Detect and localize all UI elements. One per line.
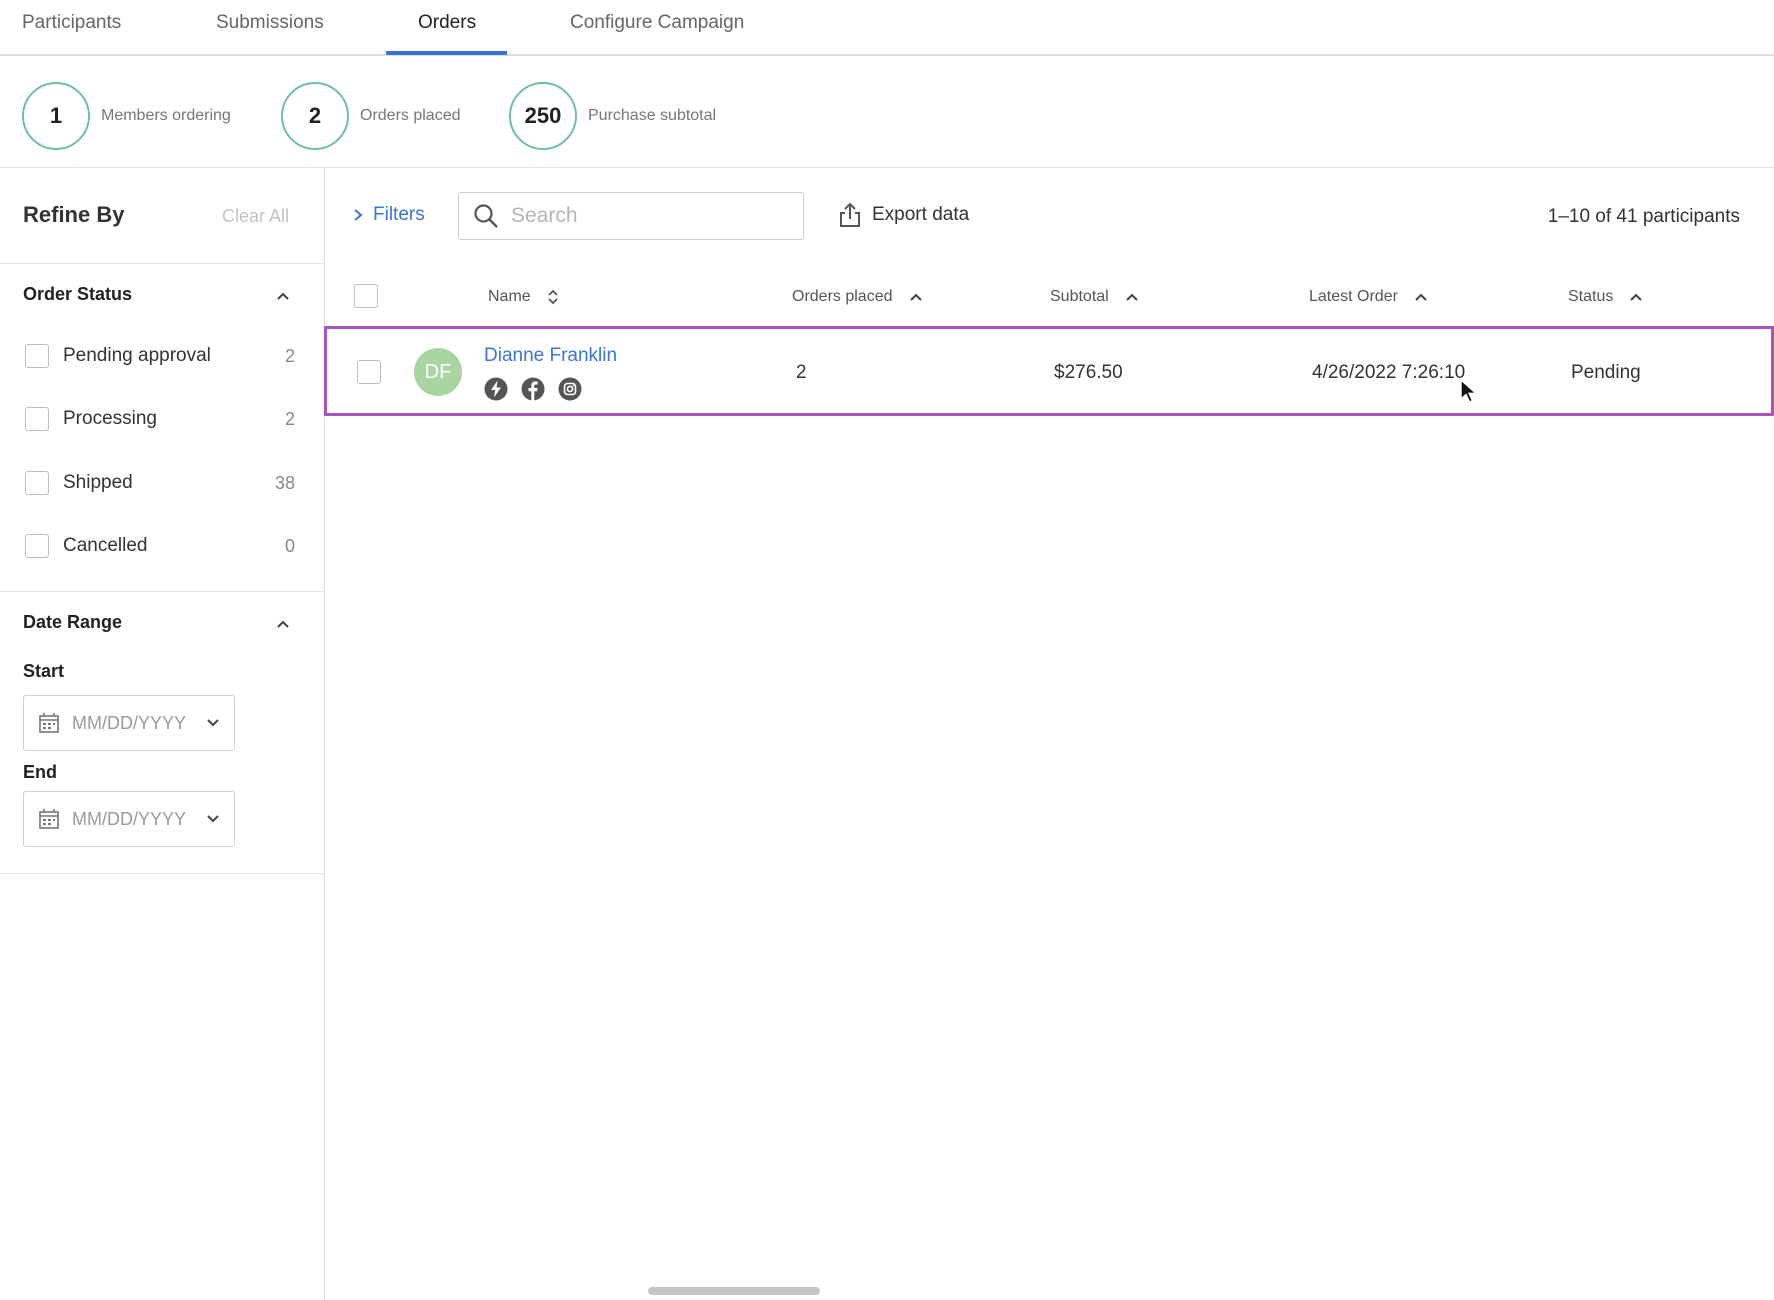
date-placeholder: MM/DD/YYYY [72,712,187,733]
order-status-title: Order Status [23,284,133,304]
stat-orders-placed: 2 Orders placed [281,82,461,150]
stat-purchase-subtotal: 250 Purchase subtotal [509,82,716,150]
status-cell: Pending [1571,362,1641,383]
status-label: Processing [63,408,157,429]
status-filter-pending-approval[interactable]: Pending approval 2 [25,341,295,371]
sort-ascending-icon [1126,293,1138,301]
chevron-down-icon [207,815,219,823]
search-icon [474,204,498,228]
status-count: 38 [274,472,295,493]
stat-label: Purchase subtotal [588,107,717,124]
latest-order-cell: 4/26/2022 7:26:10 [1312,362,1466,383]
horizontal-scrollbar[interactable] [648,1287,820,1295]
clear-all-button[interactable]: Clear All [222,206,289,227]
avatar: DF [414,348,462,396]
mouse-cursor-icon [1460,378,1478,403]
sort-ascending-icon [1630,293,1643,301]
status-count: 2 [284,408,295,429]
stats-row: 1 Members ordering 2 Orders placed 250 P… [0,58,1774,168]
status-label: Shipped [63,472,133,493]
chevron-up-icon[interactable] [276,617,290,631]
column-header-status[interactable]: Status [1568,288,1643,306]
column-header-name[interactable]: Name [488,288,559,306]
sort-ascending-icon [909,293,922,301]
chevron-down-icon [207,719,219,727]
status-count: 2 [284,345,295,366]
date-placeholder: MM/DD/YYYY [72,808,187,829]
start-date-input[interactable]: MM/DD/YYYY [23,695,235,751]
subtotal-cell: $276.50 [1054,362,1123,383]
refine-title: Refine By [23,202,125,227]
filters-label: Filters [373,204,425,225]
column-header-latest-order[interactable]: Latest Order [1309,288,1428,306]
export-label: Export data [872,204,970,225]
checkbox[interactable] [25,534,49,558]
column-header-label: Name [488,288,531,305]
table-header: Name Orders placed Subtotal Latest Order… [326,268,1774,324]
sort-ascending-icon [1415,293,1427,301]
status-filter-cancelled[interactable]: Cancelled 0 [25,531,295,561]
stat-value: 250 [509,82,577,150]
table-toolbar: Filters Export data 1–10 of 41 participa… [326,168,1774,264]
calendar-icon [39,713,59,733]
row-checkbox[interactable] [357,360,381,384]
column-header-orders-placed[interactable]: Orders placed [792,288,923,306]
status-label: Pending approval [63,345,211,366]
upload-icon [840,202,860,227]
section-divider [0,873,324,874]
start-label: Start [23,661,65,681]
stat-value: 2 [281,82,349,150]
status-filter-shipped[interactable]: Shipped 38 [25,468,295,498]
table-row[interactable]: DF Dianne Franklin 2 $276.50 4/26/2022 7… [324,326,1774,416]
status-count: 0 [284,535,295,556]
status-label: Cancelled [63,535,148,556]
column-header-label: Status [1568,288,1614,305]
checkbox[interactable] [25,407,49,431]
bolt-icon[interactable] [484,377,508,401]
column-header-subtotal[interactable]: Subtotal [1050,288,1139,306]
active-tab-indicator [386,51,507,55]
chevron-right-icon [354,209,363,221]
stat-label: Orders placed [360,107,461,124]
export-data-button[interactable]: Export data [838,202,969,228]
tab-bar: Participants Submissions Orders Configur… [0,0,1774,56]
tab-configure-campaign[interactable]: Configure Campaign [562,12,752,56]
checkbox[interactable] [25,344,49,368]
search-box [458,192,804,240]
stat-members-ordering: 1 Members ordering [22,82,231,150]
column-header-label: Subtotal [1050,288,1109,305]
refine-header: Refine By Clear All [0,168,324,264]
refine-sidebar: Refine By Clear All Order Status Pending… [0,168,325,1300]
search-input[interactable] [511,204,791,228]
stat-label: Members ordering [101,107,231,124]
end-label: End [23,762,57,782]
checkbox[interactable] [25,471,49,495]
tab-participants[interactable]: Participants [14,12,129,56]
column-header-label: Latest Order [1309,288,1398,305]
calendar-icon [39,809,59,829]
sort-icon [548,289,558,305]
pagination-count: 1–10 of 41 participants [1547,206,1740,227]
select-all-checkbox[interactable] [354,284,378,308]
tab-orders[interactable]: Orders [410,12,484,56]
status-filter-processing[interactable]: Processing 2 [25,404,295,434]
orders-placed-cell: 2 [796,362,807,383]
participant-name-link[interactable]: Dianne Franklin [484,345,617,367]
date-range-title: Date Range [23,612,123,632]
tab-submissions[interactable]: Submissions [208,12,332,56]
column-header-label: Orders placed [792,288,893,305]
chevron-up-icon[interactable] [276,289,290,303]
end-date-input[interactable]: MM/DD/YYYY [23,791,235,847]
stat-value: 1 [22,82,90,150]
facebook-icon[interactable] [521,377,545,401]
instagram-icon[interactable] [558,377,582,401]
section-divider [0,591,324,592]
filters-toggle[interactable]: Filters [353,204,425,226]
